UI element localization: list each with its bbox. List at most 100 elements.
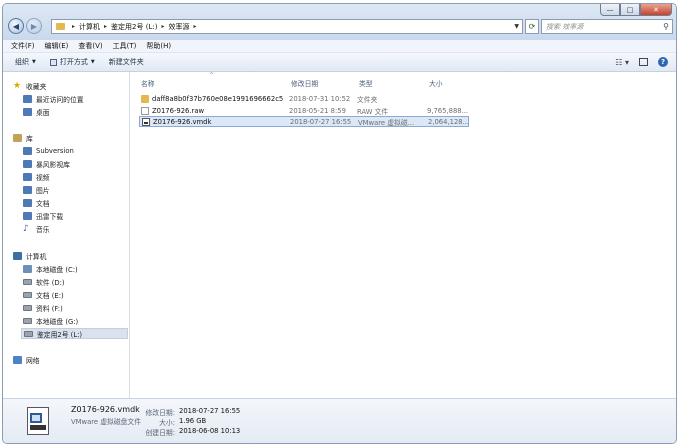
document-icon bbox=[141, 106, 149, 115]
nav-label: 本地磁盘 (C:) bbox=[36, 265, 78, 274]
drive-icon bbox=[23, 291, 32, 298]
preview-pane-icon[interactable] bbox=[639, 58, 648, 66]
back-arrow-icon: ◀ bbox=[12, 21, 20, 31]
file-row[interactable]: Z0176-926.raw 2018-05-21 8:59 RAW 文件 9,7… bbox=[139, 105, 469, 116]
command-bar: 组织 ▼ 打开方式 ▼ 新建文件夹 ☷ ▾ ? bbox=[3, 53, 676, 72]
nav-item-pictures[interactable]: 图片 bbox=[23, 184, 50, 195]
vmdk-large-icon bbox=[27, 407, 49, 435]
menu-edit[interactable]: 编辑(E) bbox=[45, 41, 69, 51]
subversion-icon bbox=[23, 146, 32, 155]
nav-label: 本地磁盘 (G:) bbox=[36, 317, 79, 326]
details-modified-value: 2018-07-27 16:55 bbox=[179, 407, 241, 415]
nav-label: 视频 bbox=[36, 173, 50, 182]
open-with-label: 打开方式 bbox=[59, 58, 88, 66]
nav-favorites[interactable]: ★ 收藏夹 bbox=[13, 80, 46, 91]
breadcrumb-folder[interactable]: 效率源 bbox=[168, 22, 189, 32]
new-folder-label: 新建文件夹 bbox=[108, 58, 144, 66]
video-library-icon bbox=[23, 159, 32, 168]
nav-item-drive-c[interactable]: 本地磁盘 (C:) bbox=[23, 263, 78, 274]
address-bar[interactable]: ▸ 计算机 ▸ 鉴定用2号 (L:) ▸ 效率源 ▸ ▼ bbox=[51, 19, 523, 34]
nav-label: 软件 (D:) bbox=[36, 278, 65, 287]
column-header-name[interactable]: 名称 bbox=[141, 78, 155, 88]
video-icon bbox=[23, 172, 32, 181]
refresh-icon: ⟳ bbox=[528, 22, 536, 31]
nav-label: 图片 bbox=[36, 186, 50, 195]
nav-item-recent[interactable]: 最近访问的位置 bbox=[23, 93, 84, 104]
nav-label: 鉴定用2号 (L:) bbox=[37, 330, 83, 339]
file-row[interactable]: daff8a8b0f37b760e08e1991696662c5 2018-07… bbox=[139, 93, 469, 104]
back-button[interactable]: ◀ bbox=[8, 18, 24, 34]
computer-icon bbox=[13, 251, 22, 260]
file-row-selected[interactable]: Z0176-926.vmdk 2018-07-27 16:55 VMware 虚… bbox=[139, 116, 469, 127]
nav-item-xunlei[interactable]: 迅雷下载 bbox=[23, 210, 63, 221]
nav-item-baofeng[interactable]: 暴风影视库 bbox=[23, 158, 70, 169]
organize-label: 组织 bbox=[15, 58, 29, 66]
open-with-button[interactable]: 打开方式 ▼ bbox=[49, 57, 95, 67]
details-pane: Z0176-926.vmdk VMware 虚拟磁盘文件 修改日期: 2018-… bbox=[3, 398, 676, 443]
nav-network[interactable]: 网络 bbox=[13, 354, 40, 365]
new-folder-button[interactable]: 新建文件夹 bbox=[109, 57, 144, 67]
search-input[interactable]: 搜索 效率源 ⚲ bbox=[541, 19, 673, 34]
column-header-size[interactable]: 大小 bbox=[429, 78, 443, 88]
nav-item-drive-g[interactable]: 本地磁盘 (G:) bbox=[23, 315, 78, 326]
file-type: 文件夹 bbox=[357, 95, 378, 104]
nav-item-music[interactable]: ♪ 音乐 bbox=[23, 223, 50, 234]
menu-file[interactable]: 文件(F) bbox=[11, 41, 35, 51]
file-size: 2,064,128... bbox=[428, 117, 470, 126]
breadcrumb-separator-icon[interactable]: ▸ bbox=[161, 23, 164, 30]
nav-item-drive-d[interactable]: 软件 (D:) bbox=[23, 276, 65, 287]
drive-icon bbox=[23, 278, 32, 285]
menu-bar: 文件(F) 编辑(E) 查看(V) 工具(T) 帮助(H) bbox=[3, 40, 676, 53]
folder-icon bbox=[141, 94, 149, 103]
drive-icon bbox=[24, 330, 33, 337]
vmdk-icon bbox=[142, 117, 150, 126]
view-controls: ☷ ▾ ? bbox=[615, 57, 668, 67]
music-icon: ♪ bbox=[23, 223, 29, 234]
nav-label: 最近访问的位置 bbox=[36, 95, 84, 104]
nav-computer[interactable]: 计算机 bbox=[13, 250, 46, 261]
breadcrumb-drive[interactable]: 鉴定用2号 (L:) bbox=[111, 22, 157, 32]
nav-item-videos[interactable]: 视频 bbox=[23, 171, 50, 182]
search-placeholder: 搜索 效率源 bbox=[546, 22, 584, 31]
picture-icon bbox=[23, 185, 32, 194]
maximize-button[interactable]: □ bbox=[620, 4, 640, 16]
details-modified-label: 修改日期: bbox=[145, 409, 175, 417]
open-with-icon bbox=[49, 58, 57, 66]
column-header-date[interactable]: 修改日期 bbox=[291, 78, 318, 88]
nav-item-drive-f[interactable]: 资料 (F:) bbox=[23, 302, 63, 313]
breadcrumb-computer[interactable]: 计算机 bbox=[79, 22, 100, 32]
nav-label: 文档 (E:) bbox=[36, 291, 64, 300]
nav-item-drive-e[interactable]: 文档 (E:) bbox=[23, 289, 64, 300]
view-options-icon[interactable]: ☷ ▾ bbox=[615, 58, 629, 67]
address-dropdown-icon[interactable]: ▼ bbox=[514, 23, 519, 30]
help-icon[interactable]: ? bbox=[658, 57, 668, 67]
search-icon[interactable]: ⚲ bbox=[663, 22, 669, 31]
file-type: RAW 文件 bbox=[357, 107, 389, 116]
menu-tools[interactable]: 工具(T) bbox=[113, 41, 137, 51]
column-header-type[interactable]: 类型 bbox=[359, 78, 373, 88]
chevron-down-icon: ▼ bbox=[90, 59, 95, 65]
refresh-button[interactable]: ⟳ bbox=[525, 19, 539, 34]
close-button[interactable]: ✕ bbox=[640, 4, 672, 16]
organize-button[interactable]: 组织 ▼ bbox=[15, 57, 36, 67]
network-icon bbox=[13, 355, 22, 364]
file-date: 2018-07-27 16:55 bbox=[290, 117, 352, 126]
minimize-button[interactable]: — bbox=[600, 4, 620, 16]
nav-libraries[interactable]: 库 bbox=[13, 132, 33, 143]
menu-help[interactable]: 帮助(H) bbox=[146, 41, 171, 51]
navigation-pane: ★ 收藏夹 最近访问的位置 桌面 库 Subversion 暴风影视库 视频 图… bbox=[3, 72, 130, 398]
file-name: Z0176-926.vmdk bbox=[153, 117, 212, 126]
nav-item-documents[interactable]: 文档 bbox=[23, 197, 50, 208]
forward-button[interactable]: ▶ bbox=[26, 18, 42, 34]
breadcrumb: ▸ 计算机 ▸ 鉴定用2号 (L:) ▸ 效率源 ▸ bbox=[68, 22, 200, 32]
menu-view[interactable]: 查看(V) bbox=[78, 41, 102, 51]
breadcrumb-separator-icon[interactable]: ▸ bbox=[104, 23, 107, 30]
nav-item-desktop[interactable]: 桌面 bbox=[23, 106, 50, 117]
nav-item-drive-l[interactable]: 鉴定用2号 (L:) bbox=[21, 328, 128, 339]
title-bar: — □ ✕ ◀ ▶ ▸ 计算机 ▸ 鉴定用2号 (L:) ▸ 效率源 ▸ ▼ ⟳… bbox=[3, 4, 676, 40]
nav-label: 计算机 bbox=[26, 252, 47, 261]
download-icon bbox=[23, 211, 32, 220]
nav-item-subversion[interactable]: Subversion bbox=[23, 145, 74, 156]
nav-label: 暴风影视库 bbox=[36, 160, 70, 169]
breadcrumb-separator-icon[interactable]: ▸ bbox=[193, 23, 196, 30]
